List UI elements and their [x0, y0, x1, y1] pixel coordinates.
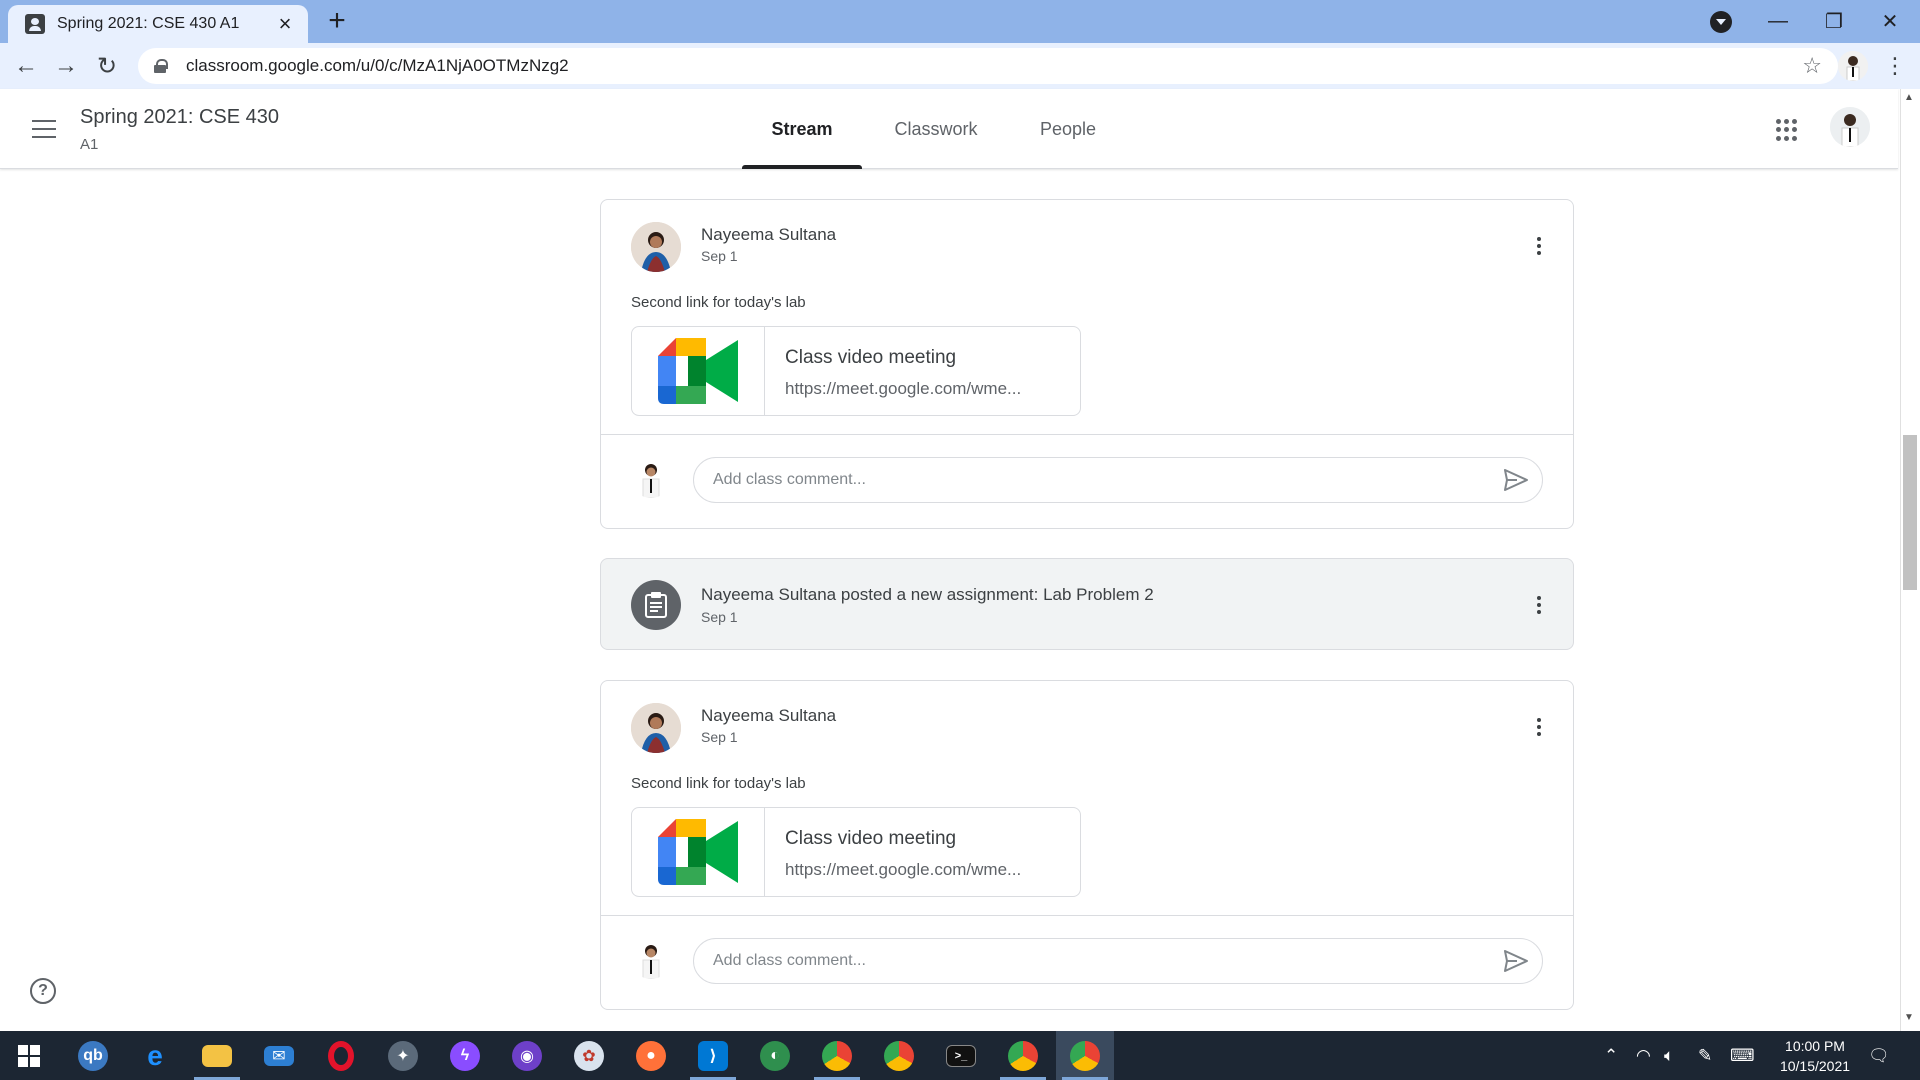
author-avatar[interactable] — [631, 222, 681, 272]
terminal-icon[interactable]: >_ — [932, 1031, 990, 1080]
wifi-icon[interactable]: ◠ — [1636, 1031, 1651, 1080]
firefox-icon[interactable]: ● — [622, 1031, 680, 1080]
scroll-up-arrow-icon[interactable]: ▲ — [1904, 92, 1914, 103]
post-text: Second link for today's lab — [631, 294, 806, 311]
tab-people[interactable]: People — [1018, 89, 1118, 169]
tab-title: Spring 2021: CSE 430 A1 — [57, 15, 240, 32]
commenter-avatar — [631, 458, 671, 498]
browser-toolbar: ← → ↻ classroom.google.com/u/0/c/MzA1NjA… — [0, 43, 1920, 89]
assignment-icon — [631, 580, 681, 630]
class-comment-input[interactable] — [693, 938, 1543, 984]
google-apps-icon[interactable] — [1776, 119, 1798, 141]
classroom-header: Spring 2021: CSE 430 A1 Stream Classwork… — [0, 89, 1898, 169]
attachment-title: Class video meeting — [785, 828, 957, 849]
author-name: Nayeema Sultana — [701, 225, 837, 244]
attachment-card[interactable]: Class video meeting https://meet.google.… — [631, 807, 1081, 897]
system-clock[interactable]: 10:00 PM 10/15/2021 — [1760, 1036, 1870, 1076]
chrome-ek-icon[interactable] — [994, 1031, 1052, 1080]
divider — [601, 434, 1573, 435]
send-icon[interactable] — [1503, 949, 1529, 973]
windows-start-icon[interactable] — [0, 1031, 58, 1080]
url-text: classroom.google.com/u/0/c/MzA1NjA0OTMzN… — [186, 56, 569, 75]
tab-stream[interactable]: Stream — [742, 89, 862, 169]
satellite-app-icon[interactable]: ✦ — [374, 1031, 432, 1080]
scrollbar-thumb[interactable] — [1903, 435, 1917, 590]
more-options-icon[interactable] — [1527, 593, 1551, 617]
assignment-notice-card[interactable]: Nayeema Sultana posted a new assignment:… — [600, 558, 1574, 650]
author-name: Nayeema Sultana — [701, 706, 837, 725]
paint-app-icon[interactable]: ✿ — [560, 1031, 618, 1080]
attachment-url: https://meet.google.com/wme... — [785, 379, 1022, 398]
browser-tab[interactable]: Spring 2021: CSE 430 A1 × — [8, 5, 308, 43]
browser-profile-avatar[interactable] — [1838, 51, 1868, 81]
minimize-button[interactable]: — — [1750, 0, 1806, 43]
new-tab-button[interactable]: + — [322, 6, 352, 36]
google-meet-icon — [632, 327, 765, 415]
post-date[interactable]: Sep 1 — [701, 248, 738, 264]
photo-app-icon[interactable]: ◐ — [746, 1031, 804, 1080]
bookmark-star-icon[interactable]: ☆ — [1802, 53, 1822, 79]
scroll-down-arrow-icon[interactable]: ▼ — [1904, 1012, 1914, 1023]
github-desktop-icon[interactable]: ◉ — [498, 1031, 556, 1080]
stream-post-card: Nayeema Sultana Sep 1 Second link for to… — [600, 199, 1574, 529]
notifications-icon[interactable]: 🗨︎ — [1868, 1031, 1890, 1080]
attachment-url: https://meet.google.com/wme... — [785, 860, 1022, 879]
class-comment-input[interactable] — [693, 457, 1543, 503]
window-close-button[interactable]: ✕ — [1862, 0, 1918, 43]
chrome-active-icon[interactable] — [1056, 1031, 1114, 1080]
account-avatar[interactable] — [1830, 107, 1870, 147]
close-tab-icon[interactable]: × — [274, 13, 296, 35]
main-menu-icon[interactable] — [30, 117, 58, 141]
assignment-date: Sep 1 — [701, 609, 738, 625]
keyboard-icon[interactable]: ⌨ — [1730, 1031, 1755, 1080]
post-header: Nayeema Sultana Sep 1 — [601, 200, 1573, 290]
back-button[interactable]: ← — [10, 50, 42, 82]
send-icon[interactable] — [1503, 468, 1529, 492]
lock-icon[interactable] — [154, 59, 168, 73]
reload-button[interactable]: ↻ — [91, 50, 123, 82]
vscode-icon[interactable]: ⟩ — [684, 1031, 742, 1080]
mail-icon[interactable]: ✉ — [250, 1031, 308, 1080]
attachment-title: Class video meeting — [785, 347, 957, 368]
chrome-icon[interactable] — [870, 1031, 928, 1080]
post-date[interactable]: Sep 1 — [701, 729, 738, 745]
pen-icon[interactable]: ✎ — [1698, 1031, 1712, 1080]
attachment-card[interactable]: Class video meeting https://meet.google.… — [631, 326, 1081, 416]
forward-button[interactable]: → — [50, 50, 82, 82]
assignment-title: Nayeema Sultana posted a new assignment:… — [701, 585, 1154, 604]
clock-date: 10/15/2021 — [1779, 1058, 1851, 1074]
more-options-icon[interactable] — [1527, 715, 1551, 739]
restore-button[interactable]: ❐ — [1806, 0, 1862, 43]
class-title[interactable]: Spring 2021: CSE 430 — [80, 106, 279, 129]
volume-icon[interactable]: 🔈︎ — [1664, 1031, 1674, 1080]
classroom-favicon-icon — [25, 14, 45, 34]
commenter-avatar — [631, 939, 671, 979]
address-bar[interactable]: classroom.google.com/u/0/c/MzA1NjA0OTMzN… — [138, 48, 1838, 84]
author-avatar[interactable] — [631, 703, 681, 753]
help-icon[interactable]: ? — [30, 978, 56, 1004]
post-text: Second link for today's lab — [631, 775, 806, 792]
browser-menu-icon[interactable]: ⋮ — [1880, 51, 1910, 81]
show-hidden-icons-icon[interactable]: ⌃ — [1604, 1031, 1618, 1080]
post-header: Nayeema Sultana Sep 1 — [601, 681, 1573, 771]
browser-tab-strip: Spring 2021: CSE 430 A1 × + — ❐ ✕ — [0, 0, 1920, 43]
clock-time: 10:00 PM — [1785, 1038, 1845, 1054]
windows-taskbar: qb e ✉ ✦ ϟ ◉ ✿ ● ⟩ ◐ >_ ⌃ ◠ 🔈︎ ✎ ⌨ 10:00… — [0, 1031, 1920, 1080]
qbittorrent-icon[interactable]: qb — [64, 1031, 122, 1080]
more-options-icon[interactable] — [1527, 234, 1551, 258]
google-meet-icon — [632, 808, 765, 896]
opera-icon[interactable] — [312, 1031, 370, 1080]
divider — [601, 915, 1573, 916]
class-section: A1 — [80, 136, 99, 153]
stream-post-card: Nayeema Sultana Sep 1 Second link for to… — [600, 680, 1574, 1010]
file-explorer-icon[interactable] — [188, 1031, 246, 1080]
messenger-icon[interactable]: ϟ — [436, 1031, 494, 1080]
tab-classwork[interactable]: Classwork — [878, 89, 994, 169]
tab-search-icon[interactable] — [1710, 11, 1732, 33]
chrome-profile-icon[interactable] — [808, 1031, 866, 1080]
edge-icon[interactable]: e — [126, 1031, 184, 1080]
